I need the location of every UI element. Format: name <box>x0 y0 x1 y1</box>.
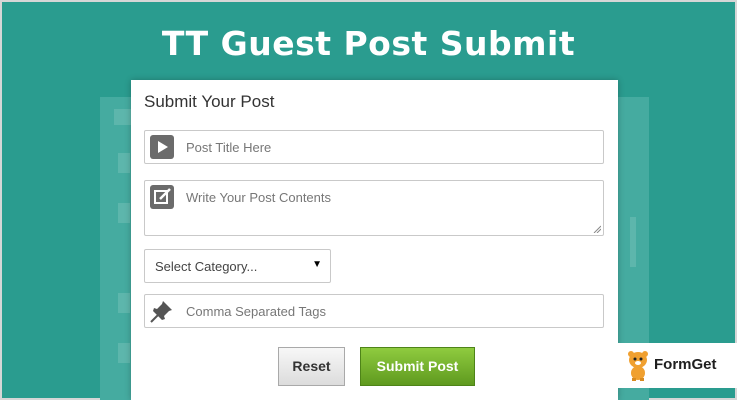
post-content-placeholder: Write Your Post Contents <box>186 190 332 205</box>
edit-icon <box>150 185 174 209</box>
formget-brand[interactable]: FormGet <box>617 343 737 388</box>
page-title: TT Guest Post Submit <box>161 24 576 63</box>
submit-post-button[interactable]: Submit Post <box>360 347 475 386</box>
submit-post-card: Submit Your Post Post Title Here Write Y… <box>131 80 618 400</box>
tags-field[interactable]: Comma Separated Tags <box>144 294 604 328</box>
category-select[interactable]: Select Category... ▼ <box>144 249 331 283</box>
resize-grip-icon[interactable] <box>593 225 601 233</box>
pin-icon <box>150 299 174 323</box>
caret-down-icon: ▼ <box>312 259 322 270</box>
tiger-logo <box>628 351 648 381</box>
post-title-field[interactable]: Post Title Here <box>144 130 604 164</box>
post-content-field[interactable]: Write Your Post Contents <box>144 180 604 236</box>
post-title-placeholder: Post Title Here <box>186 140 272 155</box>
brand-name: FormGet <box>654 356 717 373</box>
form-title: Submit Your Post <box>144 92 275 111</box>
tags-placeholder: Comma Separated Tags <box>186 304 326 319</box>
reset-button[interactable]: Reset <box>278 347 345 386</box>
category-select-value: Select Category... <box>155 259 258 274</box>
play-icon <box>150 135 174 159</box>
